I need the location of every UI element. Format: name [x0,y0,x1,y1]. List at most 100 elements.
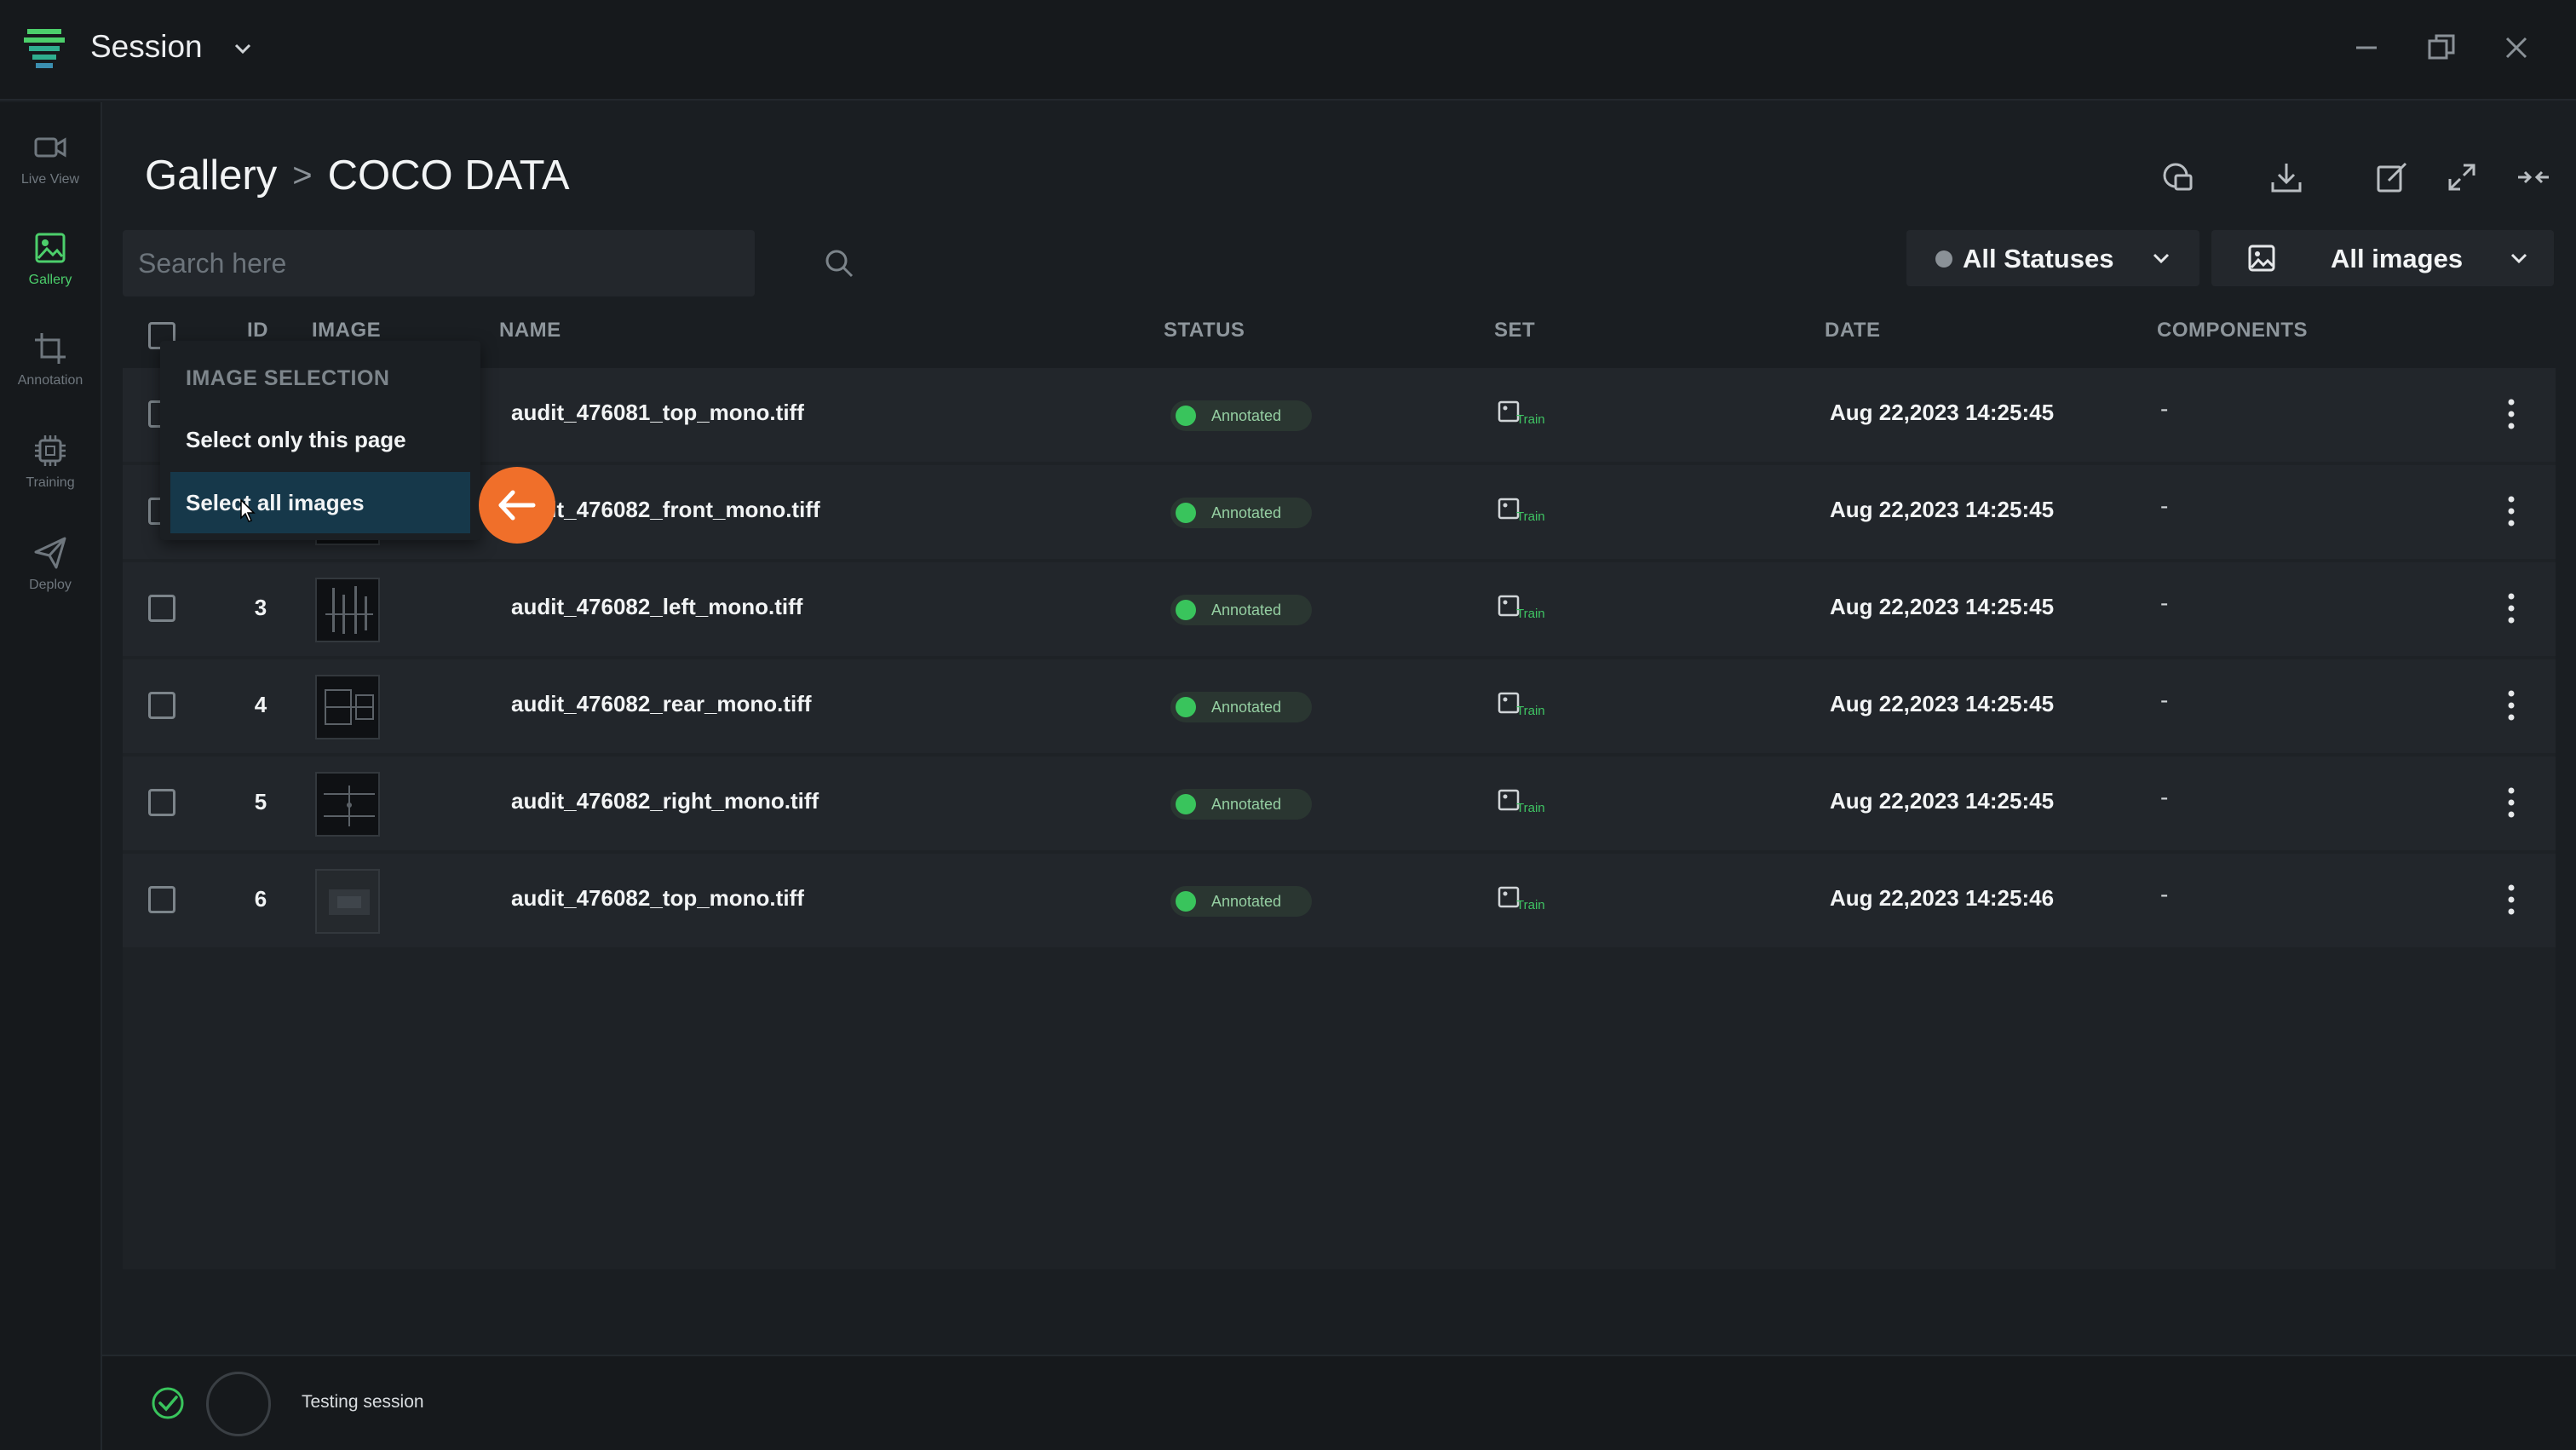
row-name[interactable]: audit_476082_left_mono.tiff [511,594,802,620]
search-box [123,230,854,296]
menu-heading: IMAGE SELECTION [186,366,390,390]
status-badge: Annotated [1170,498,1312,528]
more-options-icon[interactable] [2501,492,2521,530]
status-dot-icon [1176,891,1196,912]
nav-item-gallery[interactable]: Gallery [0,230,101,315]
column-header-date[interactable]: DATE [1825,319,1881,342]
search-icon[interactable] [823,247,855,279]
more-options-icon[interactable] [2501,395,2521,433]
restore-window-icon[interactable] [2423,29,2460,66]
minimize-icon[interactable] [2348,29,2385,66]
check-circle-icon [152,1387,184,1419]
table-row[interactable]: 1 audit_476081_top_mono.tiff Annotated T… [123,368,2556,462]
breadcrumb: Gallery > COCO DATA [145,152,570,199]
column-header-image[interactable]: IMAGE [312,319,381,342]
status-text: Annotated [1211,407,1282,424]
nav-item-annotation[interactable]: Annotation [0,331,101,416]
nav-item-live-view[interactable]: Live View [0,129,101,215]
crop-icon [35,333,66,364]
breadcrumb-current: COCO DATA [327,152,570,199]
status-dot-icon [1176,503,1196,523]
image-thumbnail[interactable] [315,869,380,934]
title-bar: Session [0,0,2576,101]
collapse-icon[interactable] [2515,158,2552,196]
table-row[interactable]: 4 audit_476082_rear_mono.tiff Annotated … [123,659,2556,753]
nav-label: Deploy [29,578,72,592]
image-thumbnail[interactable] [315,675,380,739]
close-icon[interactable] [2498,29,2535,66]
table-row[interactable]: 6 audit_476082_top_mono.tiff Annotated T… [123,854,2556,947]
row-id: 3 [254,595,267,620]
column-header-id[interactable]: ID [247,319,268,342]
status-badge: Annotated [1170,595,1312,625]
nav-label: Training [26,475,75,490]
status-badge: Annotated [1170,789,1312,820]
row-checkbox[interactable] [148,789,175,816]
table-header: ID IMAGE NAME STATUS SET DATE COMPONENTS [123,307,2556,368]
search-input[interactable] [138,230,683,296]
row-checkbox[interactable] [148,886,175,913]
more-options-icon[interactable] [2501,687,2521,724]
status-text: Annotated [1211,796,1282,813]
row-checkbox[interactable] [148,692,175,719]
session-title[interactable]: Session [90,29,203,65]
row-components: - [2160,687,2169,713]
chevron-down-icon [2510,253,2527,264]
status-dot-icon [1176,697,1196,717]
row-date: Aug 22,2023 14:25:45 [1830,788,2055,814]
menu-item-select-page[interactable]: Select only this page [170,409,470,470]
row-date: Aug 22,2023 14:25:46 [1830,885,2055,911]
row-checkbox[interactable] [148,595,175,622]
status-dot-icon [1176,406,1196,426]
row-id: 4 [254,692,267,717]
video-camera-icon [34,137,66,158]
row-components: - [2160,590,2169,616]
chevron-down-icon [2153,253,2170,264]
status-footer: Testing session [102,1355,2576,1450]
set-badge: Train [1498,397,1557,431]
status-dot-icon [1176,794,1196,814]
status-filter-dropdown[interactable]: All Statuses [1906,230,2199,286]
column-header-set[interactable]: SET [1494,319,1535,342]
ai-chat-icon[interactable] [2160,158,2198,196]
status-filter-label: All Statuses [1963,244,2114,273]
set-badge: Train [1498,883,1557,917]
set-label: Train [1516,704,1545,718]
more-options-icon[interactable] [2501,881,2521,918]
row-name[interactable]: audit_476082_right_mono.tiff [511,788,819,814]
image-selection-menu: IMAGE SELECTION Select only this page Se… [160,341,480,540]
image-icon [2248,245,2275,272]
column-header-components[interactable]: COMPONENTS [2157,319,2308,342]
set-label: Train [1516,412,1545,427]
row-components: - [2160,784,2169,810]
table-row[interactable]: 5 audit_476082_right_mono.tiff Annotated… [123,757,2556,850]
row-date: Aug 22,2023 14:25:45 [1830,691,2055,716]
row-id: 5 [254,789,267,814]
image-filter-dropdown[interactable]: All images [2211,230,2554,286]
table-row[interactable]: 3 audit_476082_left_mono.tiff Annotated … [123,562,2556,656]
column-header-name[interactable]: NAME [499,319,561,342]
row-name[interactable]: audit_476082_top_mono.tiff [511,885,804,912]
image-thumbnail[interactable] [315,578,380,642]
expand-icon[interactable] [2443,158,2481,196]
nav-item-deploy[interactable]: Deploy [0,535,101,620]
download-icon[interactable] [2268,158,2305,196]
status-text: Annotated [1211,699,1282,716]
row-id: 6 [254,886,267,912]
breadcrumb-gallery[interactable]: Gallery [145,152,277,199]
row-date: Aug 22,2023 14:25:45 [1830,400,2055,425]
nav-label: Annotation [17,373,83,388]
chevron-down-icon[interactable] [230,36,256,61]
more-options-icon[interactable] [2501,590,2521,627]
column-header-status[interactable]: STATUS [1164,319,1245,342]
row-name[interactable]: audit_476082_rear_mono.tiff [511,691,812,717]
image-thumbnail[interactable] [315,772,380,837]
nav-item-training[interactable]: Training [0,433,101,518]
row-name[interactable]: audit_476082_front_mono.tiff [511,497,820,523]
row-name[interactable]: audit_476081_top_mono.tiff [511,400,804,426]
status-dot-icon [1935,250,1952,268]
edit-icon[interactable] [2373,158,2411,196]
status-badge: Annotated [1170,400,1312,431]
menu-item-select-all[interactable]: Select all images [170,472,470,533]
more-options-icon[interactable] [2501,784,2521,821]
